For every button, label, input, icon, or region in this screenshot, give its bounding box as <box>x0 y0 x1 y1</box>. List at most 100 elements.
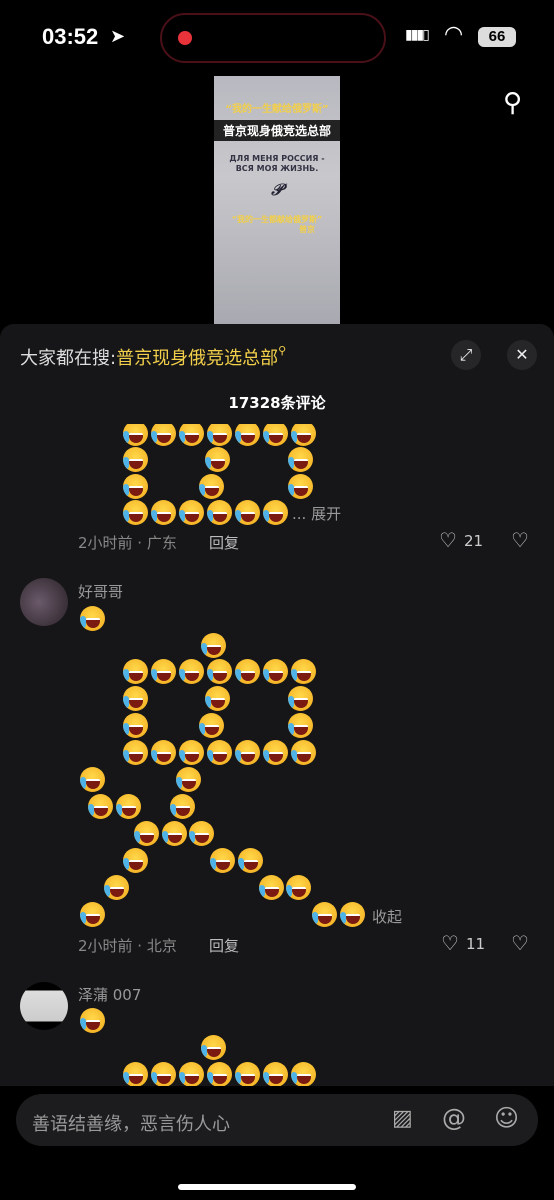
comment-username[interactable]: 好哥哥 <box>78 581 123 602</box>
laughing-emoji-icon <box>205 447 230 472</box>
avatar[interactable] <box>20 982 68 1030</box>
laughing-emoji-icon <box>162 821 187 846</box>
laughing-emoji-icon <box>179 500 204 525</box>
like-icon[interactable]: ♡ <box>439 528 457 552</box>
laughing-emoji-icon <box>179 659 204 684</box>
laughing-emoji-icon <box>123 713 148 738</box>
laughing-emoji-icon <box>291 1062 316 1086</box>
avatar[interactable] <box>20 578 68 626</box>
like-count: 11 <box>466 935 486 953</box>
laughing-emoji-icon <box>207 740 232 765</box>
laughing-emoji-icon <box>151 659 176 684</box>
laughing-emoji-icon <box>179 424 204 446</box>
laughing-emoji-icon <box>207 500 232 525</box>
laughing-emoji-icon <box>235 500 260 525</box>
laughing-emoji-icon <box>80 902 105 927</box>
image-icon[interactable]: ▨ <box>392 1106 413 1131</box>
laughing-emoji-icon <box>104 875 129 900</box>
wifi-icon: ◠ <box>444 22 464 47</box>
laughing-emoji-icon <box>80 1008 105 1033</box>
mention-icon[interactable]: @ <box>442 1104 466 1132</box>
search-keyword[interactable]: 普京现身俄竞选总部 <box>116 348 278 369</box>
laughing-emoji-icon <box>80 767 105 792</box>
laughing-emoji-icon <box>235 424 260 446</box>
laughing-emoji-icon <box>123 447 148 472</box>
laughing-emoji-icon <box>340 902 365 927</box>
laughing-emoji-icon <box>263 424 288 446</box>
laughing-emoji-icon <box>210 848 235 873</box>
search-icon[interactable]: ⚲ <box>503 88 522 118</box>
laughing-emoji-icon <box>263 740 288 765</box>
expand-button[interactable]: ⤢ <box>451 340 481 370</box>
laughing-emoji-icon <box>199 713 224 738</box>
laughing-emoji-icon <box>201 1035 226 1060</box>
reply-button[interactable]: 回复 <box>209 935 239 956</box>
search-icon: ⚲ <box>278 344 287 357</box>
laughing-emoji-icon <box>291 659 316 684</box>
laughing-emoji-icon <box>123 740 148 765</box>
video-text: ДЛЯ МЕНЯ РОССИЯ - <box>229 154 325 163</box>
recording-indicator-icon <box>178 31 192 45</box>
dislike-icon[interactable]: ♡ <box>511 528 529 552</box>
video-text: ВСЯ МОЯ ЖИЗНЬ. <box>235 164 319 173</box>
laughing-emoji-icon <box>235 740 260 765</box>
laughing-emoji-icon <box>288 447 313 472</box>
like-icon[interactable]: ♡ <box>441 931 459 955</box>
laughing-emoji-icon <box>179 1062 204 1086</box>
laughing-emoji-icon <box>263 1062 288 1086</box>
laughing-emoji-icon <box>259 875 284 900</box>
collapse-link[interactable]: 收起 <box>372 906 402 927</box>
video-thumbnail[interactable]: “我的一生献给俄罗斯” 普京现身俄竞选总部 ДЛЯ МЕНЯ РОССИЯ - … <box>214 76 340 326</box>
laughing-emoji-icon <box>263 659 288 684</box>
laughing-emoji-icon <box>238 848 263 873</box>
laughing-emoji-icon <box>123 1062 148 1086</box>
video-title: 普京现身俄竞选总部 <box>214 120 340 141</box>
laughing-emoji-icon <box>235 659 260 684</box>
laughing-emoji-icon <box>205 686 230 711</box>
video-caption: “我的一生献给俄罗斯” <box>225 104 329 115</box>
laughing-emoji-icon <box>288 474 313 499</box>
emoji-icon[interactable]: ☺ <box>494 1104 519 1132</box>
comment-username[interactable]: 泽蒲 007 <box>78 984 141 1005</box>
laughing-emoji-icon <box>123 686 148 711</box>
comment-time: 2小时前 · 广东 <box>78 534 177 552</box>
laughing-emoji-icon <box>235 1062 260 1086</box>
signal-icon: ▮▮▮▯ <box>405 27 430 43</box>
laughing-emoji-icon <box>170 794 195 819</box>
dislike-icon[interactable]: ♡ <box>511 931 529 955</box>
laughing-emoji-icon <box>151 424 176 446</box>
laughing-emoji-icon <box>123 848 148 873</box>
expand-link[interactable]: ... 展开 <box>292 503 341 524</box>
laughing-emoji-icon <box>151 1062 176 1086</box>
laughing-emoji-icon <box>116 794 141 819</box>
laughing-emoji-icon <box>134 821 159 846</box>
laughing-emoji-icon <box>263 500 288 525</box>
laughing-emoji-icon <box>88 794 113 819</box>
video-caption: 普京 <box>299 225 315 234</box>
laughing-emoji-icon <box>288 686 313 711</box>
comment-count: 17328条评论 <box>228 394 326 412</box>
laughing-emoji-icon <box>201 633 226 658</box>
laughing-emoji-icon <box>207 424 232 446</box>
laughing-emoji-icon <box>291 740 316 765</box>
laughing-emoji-icon <box>80 606 105 631</box>
laughing-emoji-icon <box>123 424 148 446</box>
comment-input-placeholder: 善语结善缘，恶言伤人心 <box>32 1114 230 1135</box>
reply-button[interactable]: 回复 <box>209 532 239 553</box>
laughing-emoji-icon <box>179 740 204 765</box>
dynamic-island <box>160 13 386 63</box>
location-arrow-icon: ➤ <box>110 26 126 47</box>
trending-search[interactable]: 大家都在搜:普京现身俄竞选总部⚲ <box>20 344 286 370</box>
laughing-emoji-icon <box>288 713 313 738</box>
home-indicator[interactable] <box>178 1184 356 1190</box>
status-time: 03:52 <box>42 24 99 49</box>
laughing-emoji-icon <box>123 659 148 684</box>
laughing-emoji-icon <box>207 1062 232 1086</box>
laughing-emoji-icon <box>286 875 311 900</box>
laughing-emoji-icon <box>291 424 316 446</box>
close-button[interactable]: ✕ <box>507 340 537 370</box>
laughing-emoji-icon <box>123 474 148 499</box>
signature: 𝒫 <box>271 180 283 199</box>
laughing-emoji-icon <box>207 659 232 684</box>
battery-indicator: 66 <box>478 27 516 47</box>
